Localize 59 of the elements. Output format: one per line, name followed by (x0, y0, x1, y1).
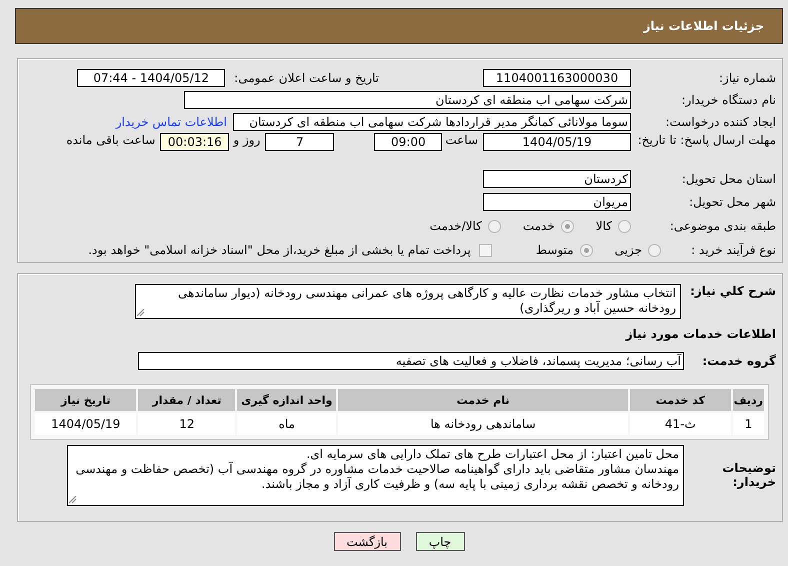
field-label: شهر محل تحویل: (688, 195, 776, 209)
resize-grip-icon[interactable] (69, 496, 77, 504)
radio-label: کالا (596, 219, 612, 233)
table-cell: ث-41 (630, 413, 731, 435)
field-label: توضیحات خریدار: (721, 461, 776, 489)
buyer-name-field[interactable]: شرکت سهامی اب منطقه ای کردستان (184, 91, 631, 109)
city-field[interactable]: مریوان (483, 193, 631, 211)
radio-label: کالا/خدمت (430, 219, 482, 233)
column-header: نام خدمت (338, 389, 628, 411)
column-header: تاریخ نیاز (35, 389, 136, 411)
field-label: مهلت ارسال پاسخ: تا تاریخ: (636, 133, 776, 147)
radio-button[interactable] (618, 220, 631, 232)
deadline-date-field[interactable]: 1404/05/19 (483, 133, 631, 151)
field-label: ایجاد کننده درخواست: (664, 115, 776, 129)
field-label: شماره نیاز: (718, 71, 776, 85)
buyer-notes-box[interactable]: محل تامین اعتبار: از محل اعتبارات طرح های تملک دارایی های سرمایه ای. مهندسان مشاور متقاضی باید دارای گواهینامه صالاحیت خدمات مشاوره در گروه مهندسی آب (تخصص حفاظت و مهندسی رودخانه و تخصص نقشه برداری زمینی با پایه سه) و ظرفیت کاری آزاد و مجاز باشند. (67, 444, 684, 506)
field-label: ساعت (445, 133, 478, 147)
radio-button[interactable] (560, 220, 574, 232)
requester-field[interactable]: سوما مولانائی کمانگر مدیر قراردادها شرکت سهامی اب منطقه ای کردستان (233, 113, 631, 131)
service-group-field[interactable]: آب رسانی؛ مدیریت پسماند، فاضلاب و فعالیت های تصفیه (138, 352, 684, 370)
announce-date-field[interactable]: 1404/05/12 - 07:44 (77, 69, 226, 87)
table-cell: ماه (237, 413, 336, 435)
radio-button[interactable] (580, 244, 593, 256)
column-header: ردیف (732, 389, 764, 411)
province-field[interactable]: کردستان (483, 170, 631, 188)
back-button[interactable]: بازگشت (334, 532, 400, 551)
radio-label: خدمت (522, 219, 555, 233)
remaining-time-field[interactable]: 00:03:16 (160, 133, 230, 151)
buyer-contact-link[interactable]: اطلاعات تماس خریدار (116, 115, 227, 129)
table-cell: 1 (732, 413, 764, 435)
need-number-field[interactable]: 1104001163000030 (483, 69, 631, 87)
field-label: نام دستگاه خریدار: (680, 93, 776, 107)
column-header: واحد اندازه گیری (237, 389, 336, 411)
radio-label: متوسط (536, 243, 574, 257)
deadline-time-field[interactable]: 09:00 (374, 133, 442, 151)
radio-label: جزیی (614, 243, 642, 257)
payment-note: پرداخت تمام یا بخشی از مبلغ خرید،از محل "اسناد خزانه اسلامی" خواهد بود. (88, 243, 471, 257)
table-cell: ساماندهی رودخانه ها (338, 413, 628, 435)
field-label: استان محل تحویل: (680, 172, 776, 186)
checkbox[interactable] (478, 244, 492, 256)
field-label: طبقه بندی موضوعی: (668, 219, 776, 233)
column-header: کد خدمت (630, 389, 731, 411)
radio-button[interactable] (488, 220, 501, 232)
field-label: ساعت باقی مانده (66, 133, 156, 147)
table-cell: 1404/05/19 (35, 413, 136, 435)
field-label: روز و (233, 133, 260, 147)
description-box[interactable]: انتخاب مشاور خدمات نظارت عالیه و کارگاهی پروژه های عمرانی مهندسی رودخانه (دیوار ساماندهی رودخانه حسین آباد و ریرگذاری) (135, 284, 681, 319)
page-title: جزئیات اطلاعات نیاز (643, 19, 764, 33)
field-label: تاریخ و ساعت اعلان عمومی: (234, 71, 379, 85)
print-button[interactable]: چاپ (416, 532, 464, 551)
section-heading: اطلاعات خدمات مورد نیاز (624, 326, 776, 343)
radio-button[interactable] (648, 244, 661, 256)
resize-grip-icon[interactable] (137, 309, 145, 317)
field-label: گروه خدمت: (701, 354, 776, 368)
table-cell: 12 (138, 413, 236, 435)
field-label: شرح کلي نیاز: (689, 284, 776, 298)
days-field[interactable]: 7 (265, 133, 334, 151)
field-label: نوع فرآیند خرید : (690, 243, 776, 257)
column-header: تعداد / مقدار (138, 389, 236, 411)
